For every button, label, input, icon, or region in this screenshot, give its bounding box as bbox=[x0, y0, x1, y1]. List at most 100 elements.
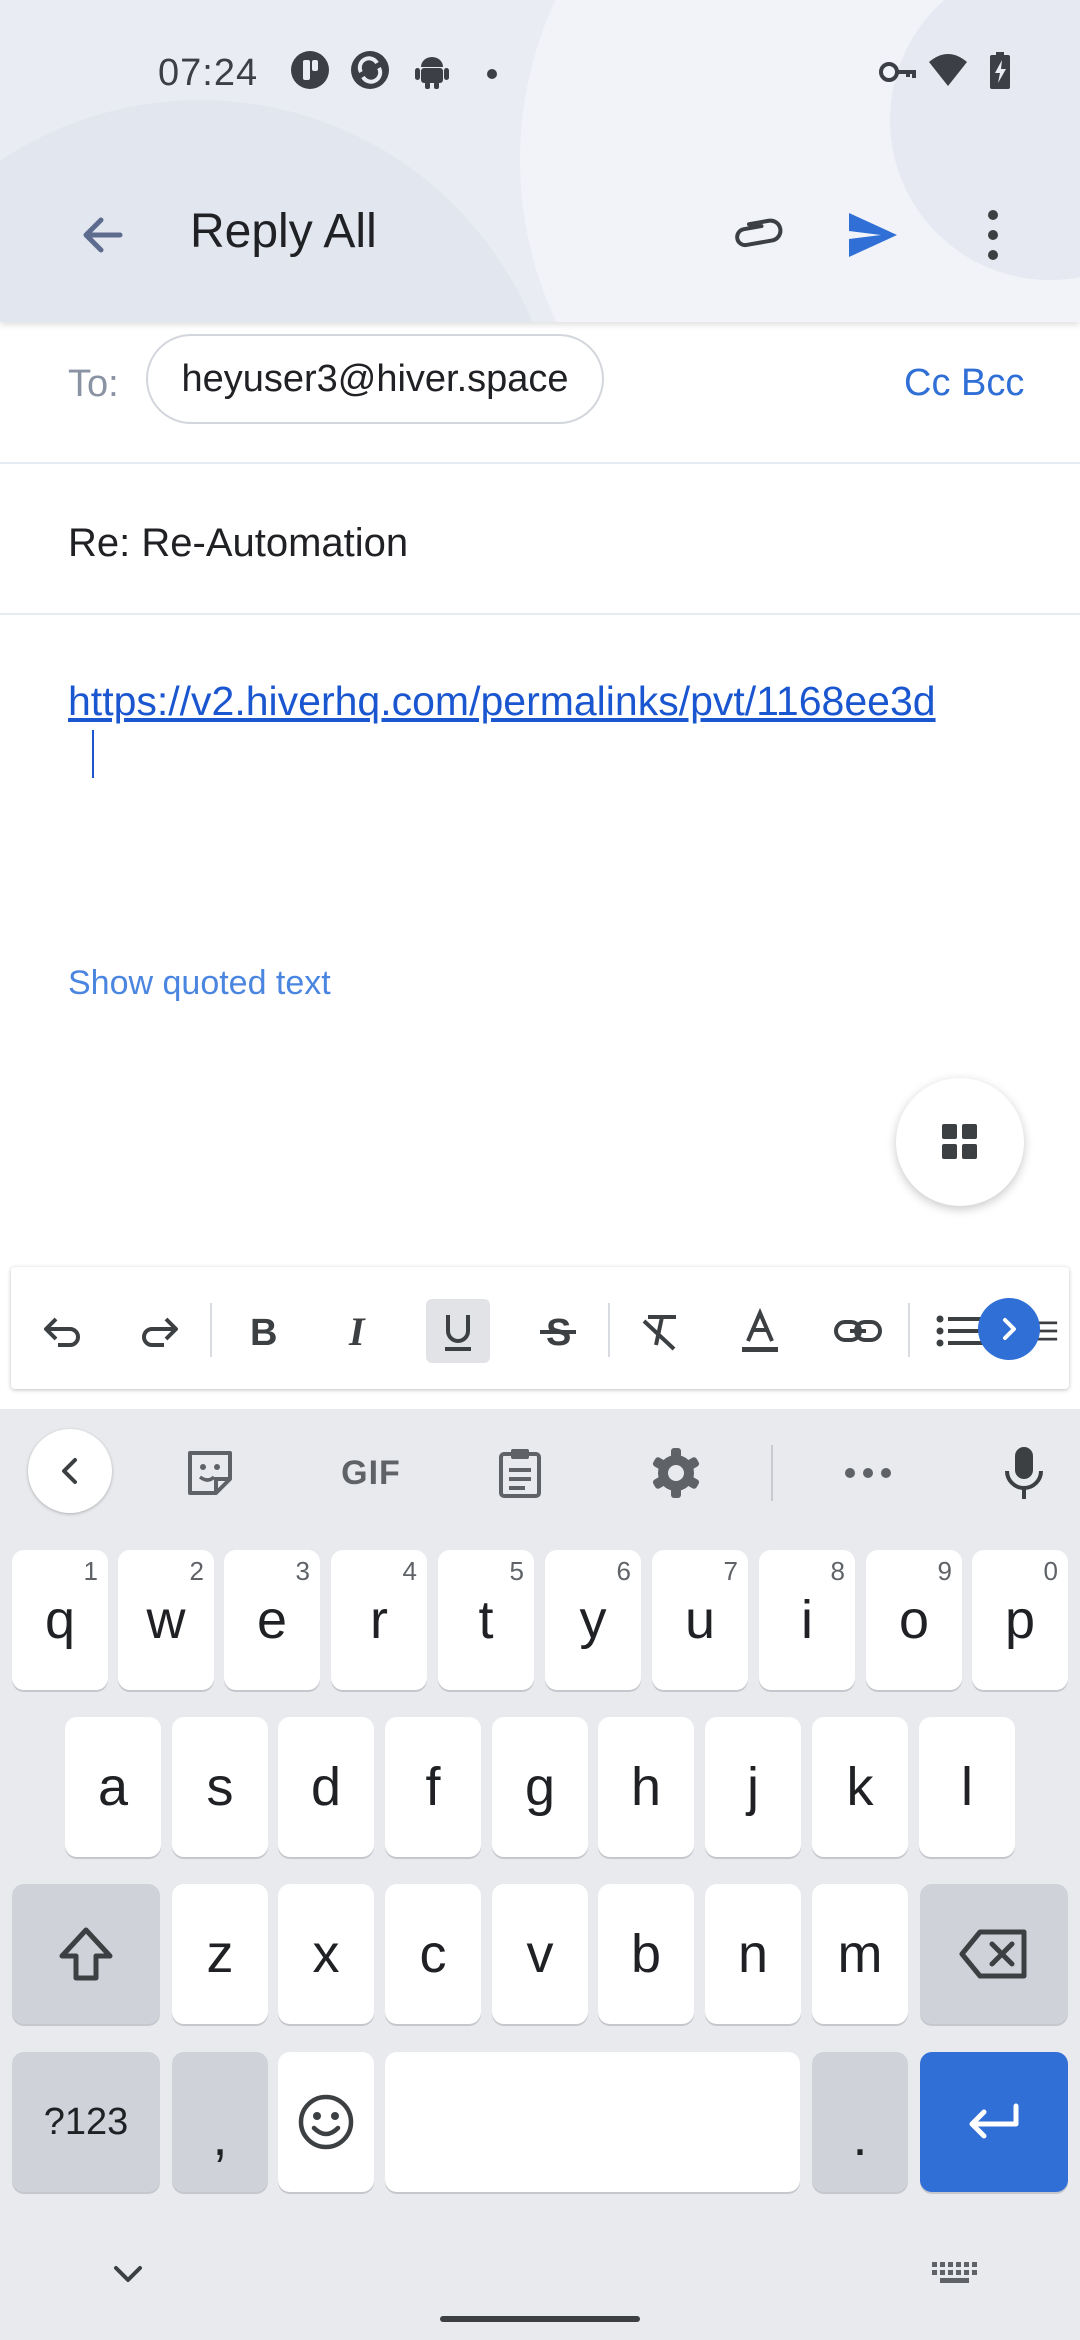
gif-label: GIF bbox=[341, 1453, 401, 1492]
undo-button[interactable] bbox=[30, 1299, 94, 1363]
key-g[interactable]: g bbox=[492, 1717, 588, 1857]
clear-format-icon bbox=[642, 1315, 676, 1351]
backspace-icon bbox=[959, 1929, 1027, 1979]
keyboard-icon bbox=[932, 2262, 977, 2283]
key-j[interactable]: j bbox=[705, 1717, 801, 1857]
mic-icon bbox=[1005, 1447, 1043, 1499]
key-v[interactable]: v bbox=[492, 1884, 588, 2024]
android-icon bbox=[412, 50, 452, 90]
more-vert-icon bbox=[988, 210, 998, 260]
key-x[interactable]: x bbox=[278, 1884, 374, 2024]
key-n[interactable]: n bbox=[705, 1884, 801, 2024]
key-h[interactable]: h bbox=[598, 1717, 694, 1857]
underline-icon bbox=[445, 1315, 471, 1351]
divider bbox=[0, 613, 1080, 615]
to-label: To: bbox=[68, 363, 119, 405]
recipient-chip[interactable]: heyuser3@hiver.space bbox=[146, 334, 604, 424]
link-icon bbox=[834, 1320, 882, 1342]
key-r[interactable]: r4 bbox=[331, 1550, 427, 1690]
bold-button[interactable]: B bbox=[230, 1299, 294, 1363]
status-time: 07:24 bbox=[158, 52, 259, 94]
page-title: Reply All bbox=[190, 205, 377, 258]
key-b[interactable]: b bbox=[598, 1884, 694, 2024]
key-d[interactable]: d bbox=[278, 1717, 374, 1857]
link-button[interactable] bbox=[826, 1299, 890, 1363]
chevron-left-icon bbox=[62, 1458, 77, 1484]
divider bbox=[0, 462, 1080, 464]
emoji-icon bbox=[298, 2094, 354, 2150]
gear-icon bbox=[652, 1448, 700, 1498]
shift-key[interactable] bbox=[12, 1884, 160, 2024]
toolbar-separator bbox=[908, 1303, 910, 1357]
key-p[interactable]: p0 bbox=[972, 1550, 1068, 1690]
text-color-icon bbox=[742, 1307, 778, 1352]
key-i[interactable]: i8 bbox=[759, 1550, 855, 1690]
sticker-button[interactable] bbox=[170, 1433, 250, 1513]
wifi-icon bbox=[928, 50, 968, 90]
smart-compose-fab[interactable] bbox=[896, 1078, 1024, 1206]
grid-icon bbox=[942, 1124, 977, 1159]
back-button[interactable] bbox=[58, 190, 148, 280]
space-key[interactable] bbox=[385, 2052, 800, 2192]
period-key[interactable]: . bbox=[812, 2052, 908, 2192]
settings-button[interactable] bbox=[636, 1433, 716, 1513]
text-color-button[interactable] bbox=[728, 1299, 792, 1363]
key-m[interactable]: m bbox=[812, 1884, 908, 2024]
redo-button[interactable] bbox=[128, 1299, 192, 1363]
key-w[interactable]: w2 bbox=[118, 1550, 214, 1690]
voice-input-button[interactable] bbox=[984, 1433, 1064, 1513]
key-t[interactable]: t5 bbox=[438, 1550, 534, 1690]
key-y[interactable]: y6 bbox=[545, 1550, 641, 1690]
emoji-key[interactable] bbox=[278, 2052, 374, 2192]
gif-button[interactable]: GIF bbox=[326, 1433, 416, 1513]
show-quoted-text-link[interactable]: Show quoted text bbox=[68, 964, 331, 1003]
key-z[interactable]: z bbox=[172, 1884, 268, 2024]
sticker-icon bbox=[188, 1451, 232, 1495]
more-tools-button[interactable] bbox=[828, 1433, 908, 1513]
key-u[interactable]: u7 bbox=[652, 1550, 748, 1690]
svg-text:I: I bbox=[348, 1309, 366, 1354]
key-q[interactable]: q1 bbox=[12, 1550, 108, 1690]
home-indicator[interactable] bbox=[440, 2316, 640, 2322]
enter-icon bbox=[969, 2103, 1019, 2139]
strikethrough-icon: S bbox=[540, 1312, 576, 1354]
key-e[interactable]: e3 bbox=[224, 1550, 320, 1690]
symbols-key[interactable]: ?123 bbox=[12, 2052, 160, 2192]
key-l[interactable]: l bbox=[919, 1717, 1015, 1857]
keyboard-back-button[interactable] bbox=[28, 1429, 112, 1513]
toolbar-separator bbox=[210, 1303, 212, 1357]
key-o[interactable]: o9 bbox=[866, 1550, 962, 1690]
cc-bcc-button[interactable]: Cc Bcc bbox=[904, 362, 1024, 405]
italic-button[interactable]: I bbox=[328, 1299, 392, 1363]
underline-button[interactable] bbox=[426, 1299, 490, 1363]
toolbar-expand-button[interactable] bbox=[978, 1298, 1040, 1360]
clipboard-icon bbox=[499, 1449, 541, 1498]
backspace-key[interactable] bbox=[920, 1884, 1068, 2024]
chevron-down-icon bbox=[114, 2266, 142, 2282]
shift-icon bbox=[59, 1927, 113, 1981]
clipboard-button[interactable] bbox=[480, 1433, 560, 1513]
toolbar-separator bbox=[771, 1445, 773, 1501]
keyboard bbox=[0, 1409, 1080, 2340]
body-link[interactable]: https://v2.hiverhq.com/permalinks/pvt/11… bbox=[68, 673, 1028, 729]
bold-icon: B bbox=[250, 1312, 277, 1354]
keyboard-switch-button[interactable] bbox=[928, 2256, 980, 2292]
send-icon bbox=[849, 213, 897, 257]
send-button[interactable] bbox=[828, 190, 918, 280]
key-f[interactable]: f bbox=[385, 1717, 481, 1857]
comma-key[interactable]: , bbox=[172, 2052, 268, 2192]
undo-icon bbox=[44, 1317, 80, 1347]
subject-field[interactable]: Re: Re-Automation bbox=[68, 521, 408, 566]
hide-keyboard-button[interactable] bbox=[104, 2254, 152, 2294]
sync-app-icon bbox=[350, 50, 390, 90]
more-options-button[interactable] bbox=[948, 190, 1038, 280]
key-c[interactable]: c bbox=[385, 1884, 481, 2024]
key-s[interactable]: s bbox=[172, 1717, 268, 1857]
clear-format-button[interactable] bbox=[628, 1299, 692, 1363]
strikethrough-button[interactable]: S bbox=[526, 1299, 590, 1363]
attach-icon bbox=[735, 218, 783, 248]
key-a[interactable]: a bbox=[65, 1717, 161, 1857]
key-k[interactable]: k bbox=[812, 1717, 908, 1857]
enter-key[interactable] bbox=[920, 2052, 1068, 2192]
attach-button[interactable] bbox=[712, 190, 802, 280]
